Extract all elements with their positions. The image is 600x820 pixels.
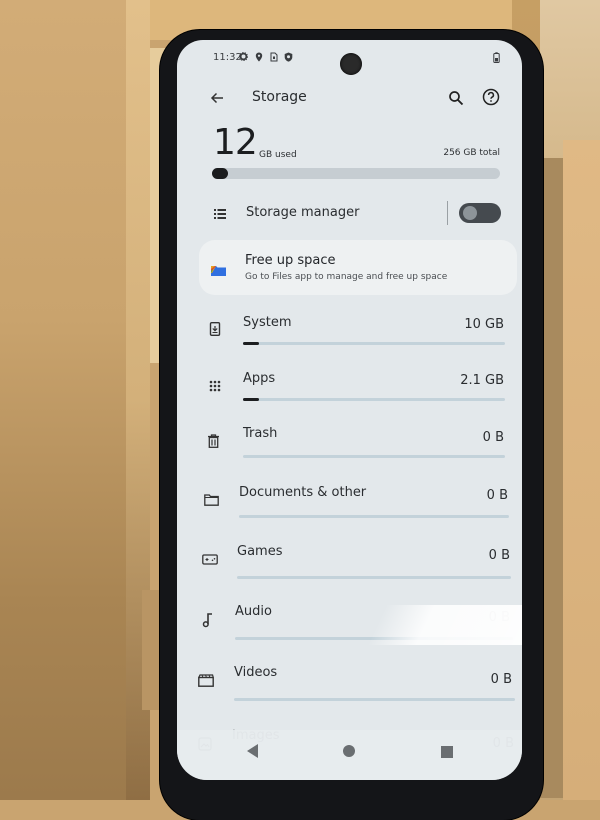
category-value: 0 B: [482, 430, 504, 445]
search-icon: [449, 91, 464, 106]
category-value: 2.1 GB: [460, 373, 504, 388]
screen-glare: [367, 605, 522, 645]
category-value: 10 GB: [464, 317, 504, 332]
help-circle-icon: [482, 88, 500, 106]
files-app-icon: [211, 261, 226, 276]
storage-manager-label: Storage manager: [246, 205, 360, 220]
storage-usage-fill: [212, 168, 228, 179]
status-time: 11:32: [213, 52, 242, 63]
storage-manager-icon: [213, 206, 227, 220]
category-label: Videos: [234, 665, 278, 680]
battery-icon: [493, 52, 500, 66]
category-apps[interactable]: Apps 2.1 GB: [177, 371, 522, 429]
sim-icon: [269, 52, 278, 62]
front-camera: [340, 53, 362, 75]
search-button[interactable]: [445, 87, 467, 109]
free-up-space-title: Free up space: [245, 253, 336, 268]
category-label: System: [243, 315, 292, 330]
app-bar: Storage: [177, 85, 522, 113]
used-storage-label: GB used: [259, 150, 297, 160]
category-label: Audio: [235, 604, 272, 619]
category-label: Games: [237, 544, 283, 559]
folder-icon: [204, 491, 219, 506]
category-bar-fill: [243, 342, 259, 345]
back-button[interactable]: [210, 87, 232, 109]
apps-grid-icon: [209, 377, 223, 392]
category-bar-fill: [243, 398, 259, 401]
navigation-bar: [177, 730, 522, 780]
shield-icon: [284, 52, 293, 62]
used-storage-value: 12: [213, 122, 258, 163]
category-trash[interactable]: Trash 0 B: [177, 426, 522, 484]
category-value: 0 B: [486, 488, 508, 503]
category-label: Apps: [243, 371, 276, 386]
total-storage-label: 256 GB total: [443, 148, 500, 158]
system-update-icon: [209, 321, 223, 337]
category-bar: [239, 515, 509, 518]
category-value: 0 B: [490, 672, 512, 687]
location-icon: [254, 52, 263, 62]
category-system[interactable]: System 10 GB: [177, 315, 522, 373]
category-games[interactable]: Games 0 B: [177, 544, 522, 602]
category-bar: [234, 698, 515, 701]
storage-summary: 12 GB used 256 GB total: [177, 123, 522, 188]
gear-icon: [239, 52, 248, 62]
clapperboard-icon: [198, 671, 214, 687]
category-value: 0 B: [488, 548, 510, 563]
category-label: Trash: [243, 426, 278, 441]
free-up-space-card[interactable]: Free up space Go to Files app to manage …: [199, 240, 517, 295]
category-bar: [237, 576, 511, 579]
help-button[interactable]: [480, 86, 502, 108]
nav-back-icon[interactable]: [247, 744, 258, 758]
category-videos[interactable]: Videos 0 B: [177, 665, 522, 723]
storage-manager-row[interactable]: Storage manager: [177, 197, 522, 231]
music-note-icon: [202, 610, 216, 628]
trash-icon: [207, 432, 221, 448]
category-documents-other[interactable]: Documents & other 0 B: [177, 485, 522, 543]
category-bar: [243, 342, 505, 345]
divider: [447, 201, 448, 225]
category-bar: [243, 398, 505, 401]
category-label: Documents & other: [239, 485, 367, 500]
status-icons: [239, 52, 293, 62]
nav-recents-icon[interactable]: [441, 746, 453, 758]
page-title: Storage: [252, 89, 307, 105]
gamepad-icon: [202, 550, 218, 565]
phone-screen: 11:32 Storage 12 GB used 256 GB total St…: [177, 40, 522, 780]
arrow-left-icon: [210, 92, 223, 104]
toggle-knob: [463, 206, 477, 220]
storage-manager-toggle[interactable]: [459, 203, 501, 223]
category-bar: [243, 455, 505, 458]
free-up-space-subtitle: Go to Files app to manage and free up sp…: [245, 272, 448, 282]
nav-home-icon[interactable]: [343, 745, 355, 757]
cardboard-box-left: [0, 0, 135, 800]
cardboard-box-right: [563, 140, 600, 800]
storage-usage-bar: [212, 168, 500, 179]
